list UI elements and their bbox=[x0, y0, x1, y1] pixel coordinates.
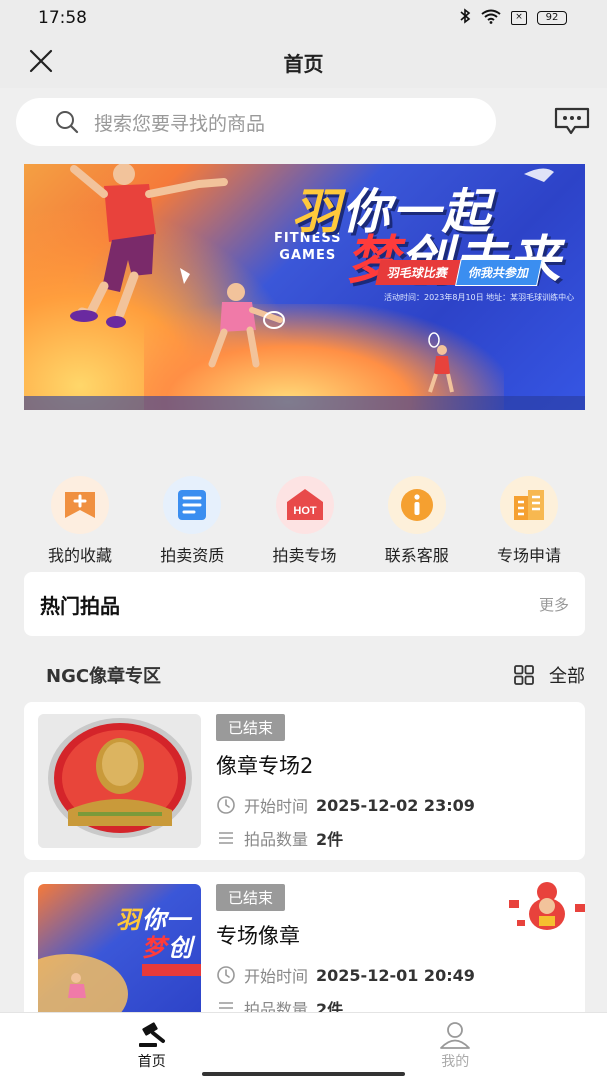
battery-level: 92 bbox=[545, 12, 559, 23]
lot-count-value: 2件 bbox=[316, 830, 344, 849]
banner-tag-left: 羽毛球比赛 bbox=[375, 259, 461, 285]
building-icon bbox=[500, 476, 558, 534]
status-badge: 已结束 bbox=[216, 714, 286, 741]
quick-item-favorites[interactable]: 我的收藏 bbox=[24, 476, 136, 566]
quick-menu: 我的收藏 拍卖资质 HOT 拍卖专场 联系客服 专场申请 bbox=[24, 476, 585, 566]
zone-header: NGC像章专区 全部 bbox=[24, 658, 585, 692]
status-bar: 17:58 × 92 bbox=[0, 0, 607, 36]
status-time: 17:58 bbox=[38, 8, 87, 28]
quick-label: 联系客服 bbox=[384, 546, 449, 565]
lot-card[interactable]: 已结束 像章专场2 开始时间 2025-12-02 23:09 拍品数量 2件 bbox=[24, 702, 585, 860]
svg-text:羽: 羽 bbox=[116, 906, 144, 934]
message-button[interactable] bbox=[553, 106, 591, 136]
bluetooth-icon bbox=[459, 8, 471, 28]
tab-profile[interactable]: 我的 bbox=[304, 1013, 607, 1080]
home-indicator bbox=[202, 1072, 405, 1076]
badminton-banner-thumbnail: 羽 你一 梦 创 bbox=[38, 884, 201, 1018]
message-icon bbox=[554, 107, 590, 135]
start-time-label: 开始时间 bbox=[244, 967, 309, 986]
bookmark-icon bbox=[51, 476, 109, 534]
hot-lots-card: 热门拍品 更多 bbox=[24, 572, 585, 636]
list-icon bbox=[219, 832, 233, 844]
mascot-sticker-icon bbox=[509, 882, 585, 930]
lot-card[interactable]: 羽 你一 梦 创 已结束 专场像章 开始时间 2025-12-01 20:49 … bbox=[24, 872, 585, 1030]
clock-icon bbox=[217, 796, 235, 814]
zone-title: NGC像章专区 bbox=[46, 666, 162, 687]
svg-text:创: 创 bbox=[168, 934, 196, 962]
close-icon bbox=[29, 49, 53, 73]
promo-banner[interactable]: FITNESS GAMES 羽你一起 梦创未来 羽毛球比赛 你我共参加 活动时间… bbox=[24, 164, 585, 410]
banner-fitness-line2: GAMES bbox=[279, 248, 337, 263]
search-input[interactable]: 搜索您要寻找的商品 bbox=[16, 98, 496, 146]
header-bar: 首页 bbox=[0, 36, 607, 88]
lot-name: 像章专场2 bbox=[216, 754, 314, 778]
svg-text:你一: 你一 bbox=[142, 906, 193, 934]
lot-start-time-row: 开始时间 2025-12-02 23:09 bbox=[216, 793, 475, 817]
start-time-value: 2025-12-01 20:49 bbox=[316, 965, 475, 985]
quick-item-auction-special[interactable]: HOT 拍卖专场 bbox=[249, 476, 361, 566]
hot-icon: HOT bbox=[275, 476, 334, 534]
lot-thumbnail: 羽 你一 梦 创 bbox=[38, 884, 201, 1018]
quick-item-customer-service[interactable]: 联系客服 bbox=[361, 476, 473, 566]
bottom-nav: 首页 我的 bbox=[0, 1012, 607, 1080]
search-icon bbox=[56, 111, 79, 134]
status-icons: × 92 bbox=[459, 8, 567, 28]
search-row: 搜索您要寻找的商品 bbox=[16, 98, 591, 146]
search-placeholder: 搜索您要寻找的商品 bbox=[94, 112, 266, 135]
view-all-label: 全部 bbox=[549, 666, 585, 687]
lot-count-label: 拍品数量 bbox=[244, 830, 309, 849]
lot-thumbnail bbox=[38, 714, 201, 848]
quick-item-apply[interactable]: 专场申请 bbox=[473, 476, 585, 566]
badge-medal-image bbox=[38, 714, 201, 848]
lot-count-row: 拍品数量 2件 bbox=[216, 826, 343, 850]
quick-label: 我的收藏 bbox=[47, 546, 112, 565]
quick-item-qualification[interactable]: 拍卖资质 bbox=[136, 476, 248, 566]
banner-headline-1a: 羽 bbox=[292, 184, 343, 240]
quick-label: 拍卖专场 bbox=[272, 546, 337, 565]
sim-icon: × bbox=[511, 11, 527, 25]
info-icon bbox=[387, 476, 446, 534]
banner-info: 活动时间：2023年8月10日 地址：某羽毛球训练中心 bbox=[384, 293, 575, 302]
close-button[interactable] bbox=[28, 48, 54, 74]
quick-label: 专场申请 bbox=[496, 546, 561, 565]
more-link[interactable]: 更多 bbox=[539, 594, 569, 615]
tab-home[interactable]: 首页 bbox=[0, 1013, 304, 1080]
start-time-label: 开始时间 bbox=[244, 797, 309, 816]
hot-lots-title: 热门拍品 bbox=[40, 593, 120, 618]
grid-icon bbox=[514, 665, 534, 685]
lot-start-time-row: 开始时间 2025-12-01 20:49 bbox=[216, 963, 475, 987]
clock-icon bbox=[217, 966, 235, 984]
banner-tag: 羽毛球比赛 你我共参加 bbox=[375, 258, 543, 286]
wifi-icon bbox=[481, 9, 501, 28]
banner-tag-right: 你我共参加 bbox=[455, 258, 543, 286]
document-icon bbox=[163, 476, 222, 534]
status-badge: 已结束 bbox=[216, 884, 286, 911]
lot-name: 专场像章 bbox=[216, 924, 300, 948]
banner-bottom-strip bbox=[24, 396, 585, 410]
quick-label: 拍卖资质 bbox=[160, 546, 225, 565]
svg-text:梦: 梦 bbox=[142, 934, 170, 962]
tab-label: 首页 bbox=[137, 1054, 166, 1070]
start-time-value: 2025-12-02 23:09 bbox=[316, 795, 475, 815]
view-all-button[interactable]: 全部 bbox=[513, 662, 585, 688]
page-title: 首页 bbox=[283, 51, 324, 76]
hot-icon-text: HOT bbox=[293, 505, 317, 517]
user-icon bbox=[440, 1022, 471, 1049]
tab-label: 我的 bbox=[441, 1054, 470, 1070]
auction-hammer-icon bbox=[138, 1022, 165, 1047]
battery-icon: 92 bbox=[537, 11, 567, 25]
